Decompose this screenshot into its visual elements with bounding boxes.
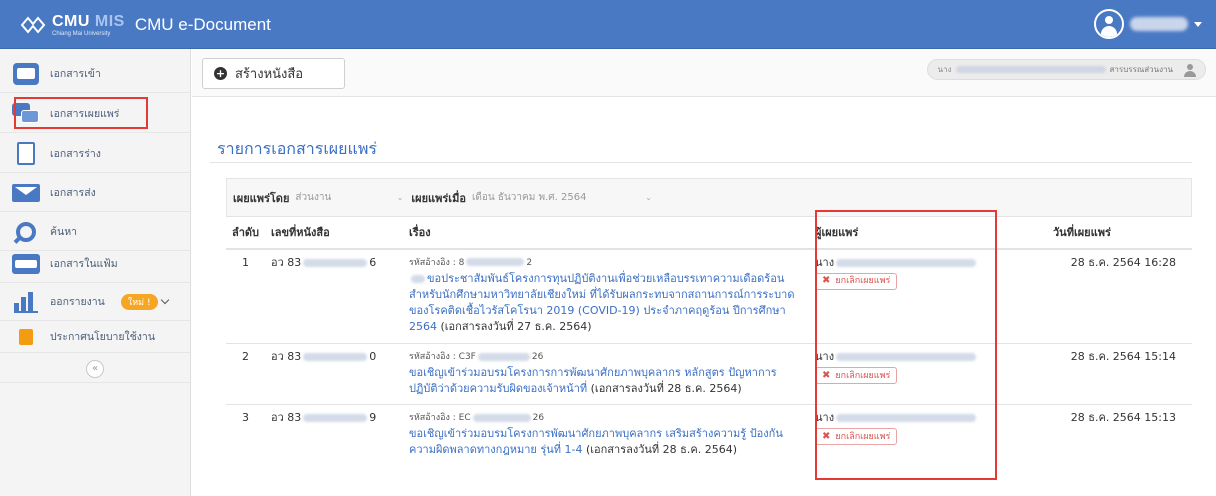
app-logo[interactable]: CMU MIS Chiang Mai University CMU e-Docu…: [20, 10, 271, 40]
user-icon: [1183, 63, 1197, 77]
active-item-highlight: [14, 97, 148, 129]
logo-wordmark: CMU MIS Chiang Mai University: [52, 12, 125, 37]
reference-code: รหัสอ้างอิง : 82: [409, 257, 533, 268]
close-icon: ✖: [822, 275, 831, 286]
subject-cell: รหัสอ้างอิง : C3F 26 ขอเชิญเข้าร่วมอบรมโค…: [403, 343, 809, 405]
col-header-publisher: ผู้เผยแพร่: [809, 216, 1047, 250]
book-icon: [10, 323, 42, 351]
sidebar-item-label: ค้นหา: [50, 226, 78, 238]
cancel-publish-button[interactable]: ✖ ยกเลิกเผยแพร่: [815, 272, 898, 290]
close-icon: ✖: [822, 369, 831, 381]
collapse-sidebar-button[interactable]: «: [86, 359, 104, 378]
document-date: (เอกสารลงวันที่ 27 ธ.ค. 2564): [440, 319, 592, 333]
sidebar-item-label: ออกรายงาน: [50, 296, 105, 308]
sidebar-item-label: เอกสารในแฟ้ม: [50, 258, 118, 270]
document-date: (เอกสารลงวันที่ 28 ธ.ค. 2564): [590, 382, 742, 395]
chevron-down-icon: [160, 295, 169, 305]
filter-by-label: เผยแพร่โดย: [233, 191, 290, 205]
divider: [210, 162, 1192, 163]
new-badge: ใหม่ !: [120, 293, 158, 310]
table-row: 2 อว 83 0 รหัสอ้างอิง : C3F 26 ขอเชิญเข้าร…: [226, 343, 1192, 405]
published-date: 28 ธ.ค. 2564 16:28: [1047, 248, 1192, 344]
draft-document-icon: [10, 140, 42, 168]
send-envelope-icon: [10, 179, 42, 207]
cancel-publish-button[interactable]: ✖ ยกเลิกเผยแพร่: [815, 428, 898, 445]
sidebar-item-folder[interactable]: เอกสารในแฟ้ม: [0, 245, 190, 283]
page-title: รายการเอกสารเผยแพร่: [217, 139, 377, 158]
publisher-type-select[interactable]: ส่วนงาน ⌄: [295, 190, 403, 205]
published-date: 28 ธ.ค. 2564 15:14: [1047, 343, 1192, 405]
col-header-no: ลำดับ: [226, 216, 265, 250]
col-header-subject: เรื่อง: [403, 216, 809, 250]
caret-down-icon: [1194, 21, 1202, 27]
create-document-button[interactable]: + สร้างหนังสือ: [202, 58, 345, 89]
plus-circle-icon: +: [214, 67, 227, 80]
published-date: 28 ธ.ค. 2564 15:13: [1047, 404, 1192, 481]
publisher-cell: นาง ✖ ยกเลิกเผยแพร่: [809, 404, 1047, 481]
table-row: 1 อว 83 6 รหัสอ้างอิง : 82 ขอประชาสัมพันธ…: [226, 248, 1192, 344]
user-name-redacted: [955, 66, 1106, 73]
close-icon: ✖: [822, 430, 831, 442]
subject-cell: รหัสอ้างอิง : EC 26 ขอเชิญเข้าร่วมอบรมโคร…: [403, 404, 809, 481]
username-redacted: [1130, 17, 1188, 31]
publisher-cell: นาง ✖ ยกเลิกเผยแพร่: [809, 248, 1047, 344]
current-user-pill: นาง สารบรรณส่วนงาน: [926, 59, 1206, 80]
col-header-doc-number: เลขที่หนังสือ: [265, 216, 403, 250]
doc-number: อว 83 0: [265, 343, 403, 405]
row-number: 2: [226, 343, 265, 405]
sidebar-collapse-row: «: [0, 355, 190, 383]
reference-code: รหัสอ้างอิง : EC 26: [409, 413, 545, 423]
doc-number: อว 83 9: [265, 404, 403, 481]
folder-icon: [10, 250, 42, 278]
row-number: 1: [226, 248, 265, 344]
sidebar-item-label: ประกาศนโยบายใช้งาน: [50, 331, 155, 343]
table-row: 3 อว 83 9 รหัสอ้างอิง : EC 26 ขอเชิญเข้าร่…: [226, 404, 1192, 481]
sidebar-item-sent[interactable]: เอกสารส่ง: [0, 174, 190, 212]
publisher-cell: นาง ✖ ยกเลิกเผยแพร่: [809, 343, 1047, 405]
create-document-label: สร้างหนังสือ: [235, 67, 304, 82]
inbox-envelope-icon: [10, 60, 42, 88]
cancel-publish-button[interactable]: ✖ ยกเลิกเผยแพร่: [815, 367, 898, 384]
doc-number: อว 83 6: [265, 248, 403, 344]
chevron-down-icon: ⌄: [396, 193, 404, 202]
row-number: 3: [226, 404, 265, 481]
publish-month-select[interactable]: เดือน ธันวาคม พ.ศ. 2564 ⌄: [472, 190, 652, 205]
user-role: สารบรรณส่วนงาน: [1109, 65, 1173, 74]
content-header: + สร้างหนังสือ นาง สารบรรณส่วนงาน: [192, 49, 1216, 97]
app-title: CMU e-Document: [134, 15, 271, 34]
filter-bar: เผยแพร่โดย ส่วนงาน ⌄ เผยแพร่เมื่อ เดือน ธ…: [226, 178, 1192, 216]
table-header-row: ลำดับ เลขที่หนังสือ เรื่อง ผู้เผยแพร่ วั…: [226, 216, 1192, 250]
user-avatar-icon: [1094, 9, 1124, 39]
cmu-logo-icon: [20, 16, 46, 34]
sidebar-item-inbox[interactable]: เอกสารเข้า: [0, 55, 190, 93]
chevron-down-icon: ⌄: [645, 193, 652, 202]
sidebar-item-label: เอกสารเข้า: [50, 68, 101, 80]
sidebar-item-label: เอกสารส่ง: [50, 187, 96, 199]
subject-cell: รหัสอ้างอิง : 82 ขอประชาสัมพันธ์โครงการท…: [403, 248, 809, 344]
sidebar-item-label: เอกสารร่าง: [50, 148, 101, 160]
reference-code: รหัสอ้างอิง : C3F 26: [409, 352, 544, 362]
col-header-published-date: วันที่เผยแพร่: [1047, 216, 1192, 250]
document-date: (เอกสารลงวันที่ 28 ธ.ค. 2564): [585, 443, 737, 456]
sidebar-item-policy[interactable]: ประกาศนโยบายใช้งาน: [0, 321, 190, 353]
sidebar-item-reports[interactable]: ออกรายงาน ใหม่ !: [0, 283, 190, 321]
top-navbar: CMU MIS Chiang Mai University CMU e-Docu…: [0, 0, 1216, 49]
report-chart-icon: [10, 288, 42, 316]
published-documents-table: ลำดับ เลขที่หนังสือ เรื่อง ผู้เผยแพร่ วั…: [226, 216, 1192, 481]
sidebar-item-drafts[interactable]: เอกสารร่าง: [0, 135, 190, 173]
user-menu[interactable]: [1094, 7, 1202, 41]
search-icon: [10, 218, 42, 246]
filter-when-label: เผยแพร่เมื่อ: [411, 191, 466, 205]
